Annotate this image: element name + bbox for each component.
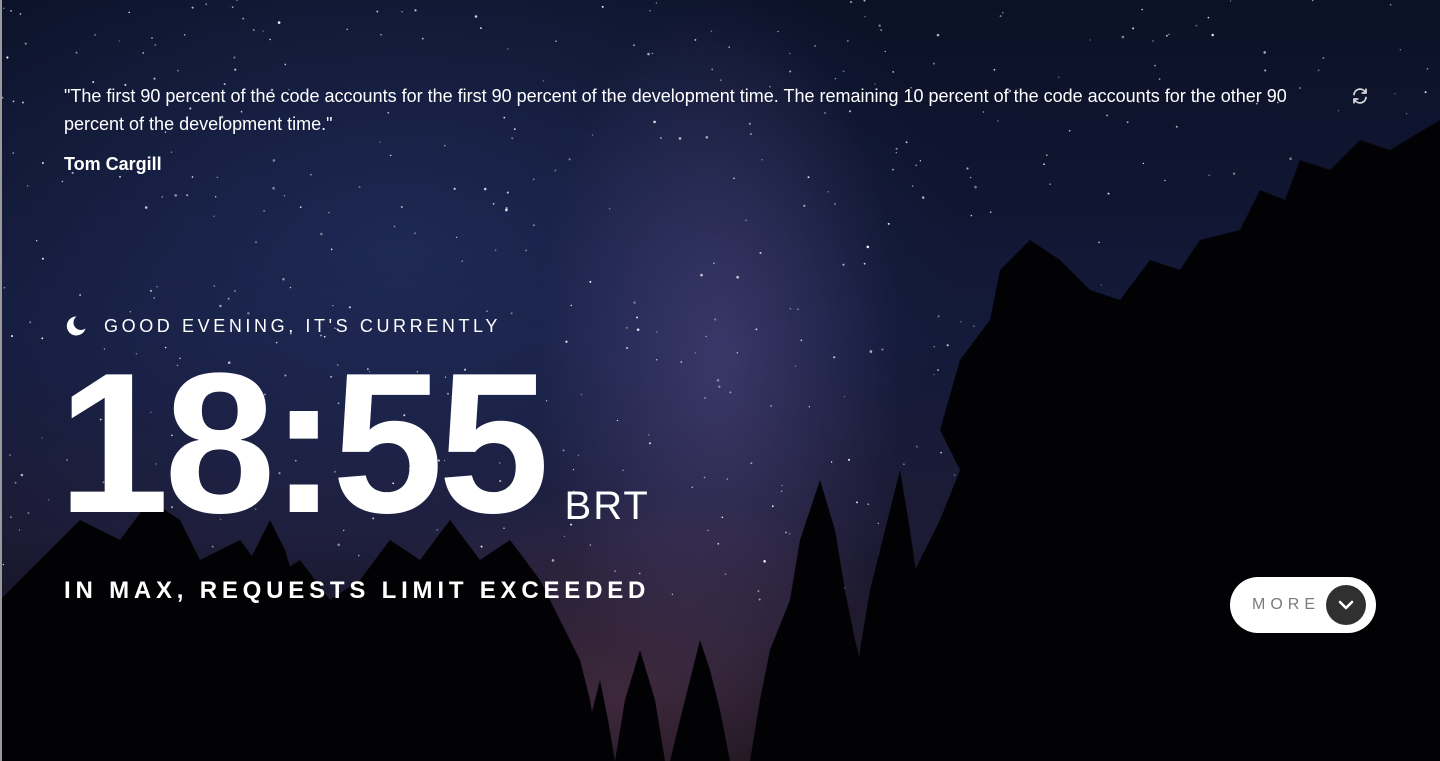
more-button[interactable]: MORE (1230, 577, 1376, 633)
chevron-down-icon (1326, 585, 1366, 625)
location-text: IN MAX, REQUESTS LIMIT EXCEEDED (64, 577, 651, 604)
window-edge (0, 0, 2, 761)
more-button-label: MORE (1252, 596, 1320, 613)
timezone-abbreviation: BRT (564, 484, 650, 528)
current-time: 18:55 (58, 332, 550, 555)
clock-display: 18:55 BRT (58, 344, 650, 544)
refresh-quote-button[interactable] (1350, 86, 1370, 106)
quote-text: "The first 90 percent of the code accoun… (64, 86, 1287, 134)
refresh-icon (1353, 88, 1367, 104)
quote-author: Tom Cargill (64, 154, 162, 174)
quote-section: "The first 90 percent of the code accoun… (64, 82, 1324, 175)
